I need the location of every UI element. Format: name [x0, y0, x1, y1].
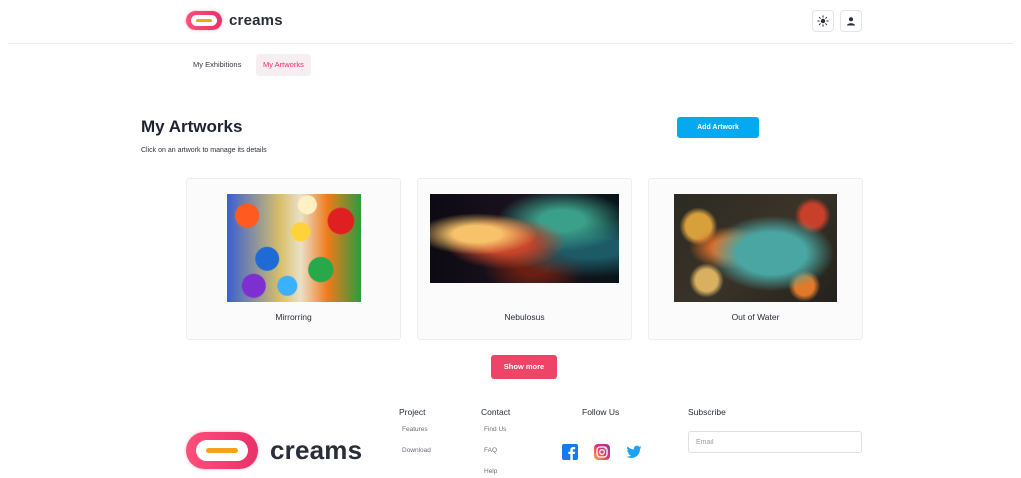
artwork-image[interactable]: [430, 194, 619, 283]
footer-logo[interactable]: creams: [186, 432, 362, 469]
artwork-title: Out of Water: [731, 312, 780, 322]
artwork-card[interactable]: Out of Water: [648, 178, 863, 340]
top-header: creams: [0, 0, 1021, 44]
email-field[interactable]: [688, 431, 862, 453]
artwork-title: Mirrorring: [275, 312, 312, 322]
facebook-icon[interactable]: [562, 444, 578, 460]
creams-logo-icon: [186, 432, 258, 469]
footer-link-faq[interactable]: FAQ: [484, 447, 497, 454]
twitter-icon[interactable]: [626, 444, 642, 460]
footer-link-find-us[interactable]: Find Us: [484, 426, 506, 433]
tab-my-artworks[interactable]: My Artworks: [256, 54, 311, 76]
user-icon: [847, 17, 855, 26]
artwork-card[interactable]: Nebulosus: [417, 178, 632, 340]
header-divider: [8, 43, 1013, 44]
footer-heading-project: Project: [399, 407, 426, 417]
page-subtitle: Click on an artwork to manage its detail…: [141, 147, 267, 154]
brand-name: creams: [229, 12, 283, 29]
header-logo[interactable]: creams: [186, 11, 283, 30]
theme-toggle-button[interactable]: [812, 10, 834, 32]
artwork-image[interactable]: [674, 194, 837, 302]
footer-brand-name: creams: [270, 435, 363, 465]
sun-icon: [817, 15, 829, 27]
show-more-button[interactable]: Show more: [491, 355, 557, 379]
footer-heading-contact: Contact: [481, 407, 511, 417]
user-menu-button[interactable]: [840, 10, 862, 32]
artwork-image[interactable]: [227, 194, 361, 302]
artwork-card[interactable]: Mirrorring: [186, 178, 401, 340]
add-artwork-button[interactable]: Add Artwork: [677, 117, 759, 138]
footer-link-help[interactable]: Help: [484, 468, 497, 475]
tab-my-exhibitions[interactable]: My Exhibitions: [186, 54, 248, 76]
footer-heading-subscribe: Subscribe: [688, 407, 726, 417]
footer-link-download[interactable]: Download: [402, 447, 431, 454]
footer-heading-follow: Follow Us: [582, 407, 620, 417]
footer-link-features[interactable]: Features: [402, 426, 428, 433]
instagram-icon[interactable]: [594, 444, 610, 460]
page-title: My Artworks: [141, 117, 243, 136]
artwork-title: Nebulosus: [504, 312, 545, 322]
creams-logo-icon: [186, 11, 222, 30]
